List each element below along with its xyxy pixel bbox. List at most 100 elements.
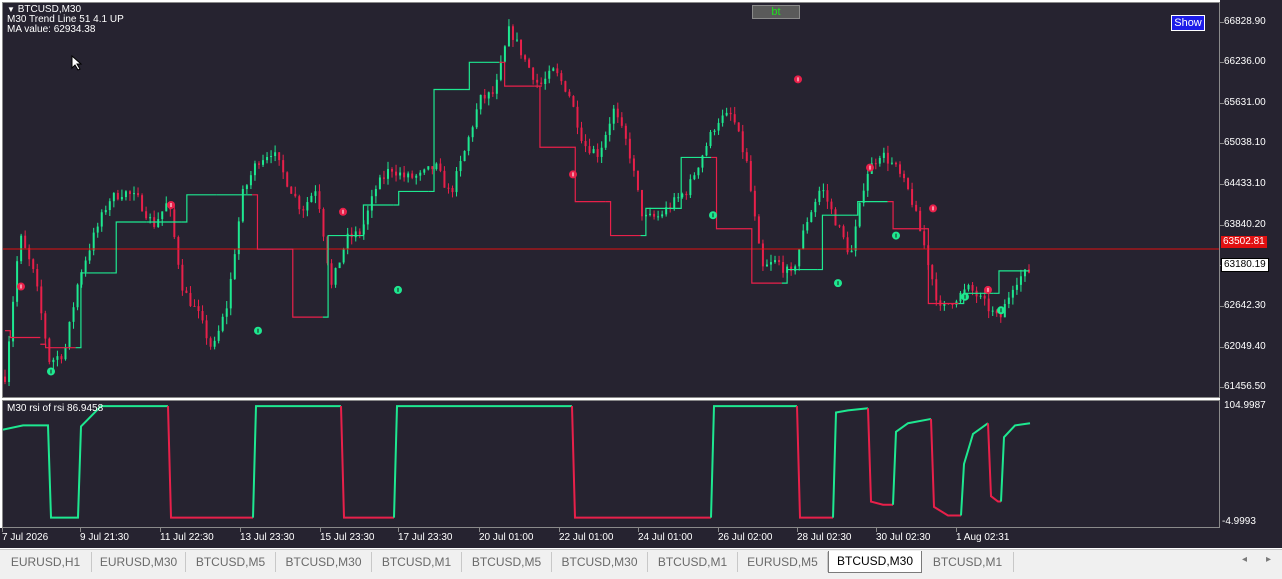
- bear-candle: [141, 193, 144, 212]
- chart-tab[interactable]: BTCUSD,M1: [648, 552, 738, 572]
- rsi-subwindow[interactable]: M30 rsi of rsi 86.9458: [2, 400, 1220, 528]
- bear-candle: [826, 183, 829, 209]
- bull-candle: [120, 189, 123, 201]
- bear-candle: [185, 286, 188, 294]
- show-button[interactable]: Show: [1171, 15, 1205, 31]
- bull-candle: [399, 167, 402, 180]
- bear-candle: [669, 202, 672, 213]
- chart-tab-bar: ◂ ▸ EURUSD,H1 EURUSD,M30 BTCUSD,M5 BTCUSD,M…: [0, 549, 1282, 574]
- bull-candle: [415, 173, 418, 185]
- price-chart[interactable]: [3, 3, 1220, 398]
- bull-candle: [419, 170, 422, 181]
- bull-candle: [818, 186, 821, 206]
- bear-candle: [201, 305, 204, 324]
- bull-candle: [96, 222, 99, 238]
- bull-candle: [713, 129, 716, 136]
- bull-candle: [274, 145, 277, 162]
- dropdown-triangle-icon[interactable]: ▼: [7, 5, 15, 14]
- bear-candle: [532, 67, 535, 85]
- bull-candle: [104, 205, 107, 215]
- bear-candle: [975, 286, 978, 303]
- bear-candle: [596, 143, 599, 163]
- main-chart-panel[interactable]: ▼ BTCUSD,M30 M30 Trend Line 51 4.1 UP MA…: [2, 2, 1220, 398]
- bull-candle: [890, 157, 893, 165]
- bear-candle: [137, 187, 140, 198]
- time-axis-label: 28 Jul 02:30: [797, 532, 852, 543]
- chart-tab[interactable]: EURUSD,M30: [92, 552, 186, 572]
- bear-candle: [576, 100, 579, 135]
- bull-candle: [592, 145, 595, 154]
- scroll-left-icon[interactable]: ◂: [1242, 554, 1247, 565]
- bear-candle: [568, 89, 571, 98]
- bull-candle: [370, 189, 373, 218]
- bear-candle: [898, 161, 901, 178]
- rsi-up-segment: [3, 405, 168, 519]
- rsi-down-segment: [571, 406, 711, 519]
- rsi-up-segment: [892, 417, 932, 505]
- chart-tab[interactable]: BTCUSD,M30: [276, 552, 372, 572]
- ma-segment: [5, 330, 41, 339]
- chart-tab[interactable]: EURUSD,M5: [738, 552, 828, 572]
- bear-candle: [511, 24, 514, 47]
- bear-candle: [741, 124, 744, 159]
- bear-candle: [838, 224, 841, 228]
- status-bar: [0, 574, 1282, 579]
- scroll-right-icon[interactable]: ▸: [1266, 554, 1271, 565]
- bear-candle: [560, 70, 563, 85]
- ma-segment: [181, 194, 217, 223]
- chart-tab[interactable]: BTCUSD,M30: [552, 552, 648, 572]
- bear-candle: [911, 182, 914, 208]
- bull-candle: [1011, 285, 1014, 305]
- bull-candle: [92, 227, 95, 256]
- bear-candle: [431, 166, 434, 175]
- bull-candle: [943, 301, 946, 311]
- chart-tab[interactable]: BTCUSD,M1: [372, 552, 462, 572]
- bt-button[interactable]: bt: [752, 5, 800, 19]
- bull-candle: [544, 71, 547, 90]
- time-axis-label: 1 Aug 02:31: [956, 532, 1010, 543]
- rsi-down-segment: [930, 418, 961, 517]
- sell-signal-icon: [569, 170, 577, 179]
- ma-segment: [887, 201, 924, 230]
- bear-candle: [278, 152, 281, 166]
- bull-candle: [354, 226, 357, 242]
- bull-candle: [346, 227, 349, 255]
- buy-signal-icon: [997, 306, 1005, 315]
- chart-tab[interactable]: BTCUSD,M5: [186, 552, 276, 572]
- ma-segment: [675, 156, 712, 210]
- bull-candle: [471, 125, 474, 142]
- chart-tab[interactable]: BTCUSD,M5: [462, 552, 552, 572]
- bear-candle: [205, 314, 208, 345]
- chart-tab[interactable]: BTCUSD,M1: [922, 552, 1014, 572]
- bull-candle: [499, 55, 502, 82]
- buy-signal-icon: [961, 292, 969, 301]
- bear-candle: [915, 200, 918, 212]
- bear-candle: [761, 239, 764, 271]
- bull-candle: [608, 117, 611, 142]
- bull-candle: [725, 107, 728, 117]
- bull-candle: [455, 166, 458, 197]
- bull-candle: [84, 256, 87, 277]
- bear-candle: [1028, 264, 1030, 274]
- bull-candle: [661, 210, 664, 219]
- bull-candle: [604, 131, 607, 150]
- chart-tab[interactable]: BTCUSD,M30: [828, 551, 922, 573]
- buy-signal-icon: [254, 326, 262, 335]
- sell-signal-icon: [339, 207, 347, 216]
- bear-candle: [778, 255, 781, 266]
- buy-signal-icon: [709, 211, 717, 220]
- bear-candle: [257, 161, 260, 169]
- time-axis-label: 9 Jul 21:30: [80, 532, 129, 543]
- ma-value-label: MA value: 62934.38: [7, 24, 96, 35]
- rsi-down-segment: [340, 406, 394, 519]
- bull-candle: [229, 272, 232, 316]
- buy-signal-icon: [892, 231, 900, 240]
- rsi-chart[interactable]: [3, 401, 1220, 528]
- rsi-up-segment: [393, 405, 572, 518]
- chart-tab[interactable]: EURUSD,H1: [0, 552, 92, 572]
- rsi-down-segment: [167, 406, 253, 519]
- chart-window: ▼ BTCUSD,M30 M30 Trend Line 51 4.1 UP MA…: [0, 0, 1282, 579]
- bear-candle: [4, 369, 6, 385]
- ma-segment: [534, 85, 570, 148]
- bear-candle: [528, 57, 531, 69]
